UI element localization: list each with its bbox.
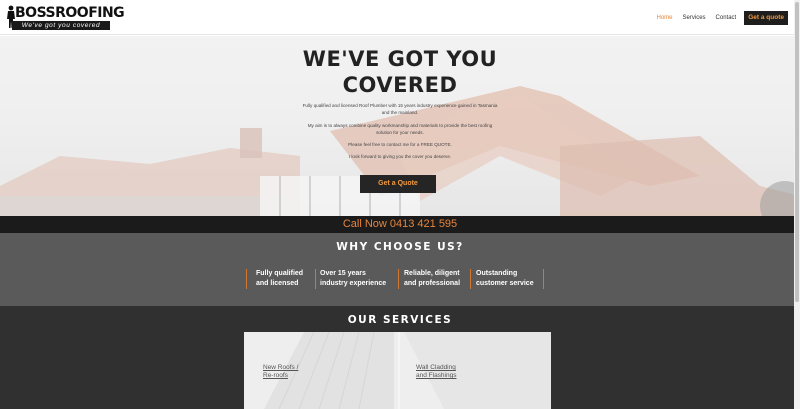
logo-roofing: ROOFING — [55, 5, 125, 21]
service-wall-cladding-link[interactable]: Wall Cladding and Flashings — [416, 364, 456, 380]
hero-title-line2: COVERED — [342, 73, 458, 97]
hero-title-line1: WE'VE GOT YOU — [302, 47, 498, 71]
why-item-line2: customer service — [476, 280, 534, 287]
hero-free-quote-text: Please feel free to contact me for a FRE… — [348, 142, 452, 147]
hero-aim-text: My aim is to always combine quality work… — [307, 123, 493, 135]
logo-boss: BOSS — [15, 5, 56, 21]
main-nav: Home Services Contact Get a quote — [647, 11, 788, 25]
why-item-line2: and professional — [404, 280, 461, 287]
why-item-line2: industry experience — [320, 280, 387, 287]
page-scrollbar[interactable] — [794, 0, 800, 409]
call-now-phone[interactable]: Call Now 0413 421 595 — [0, 216, 800, 233]
service-link-line1: Wall Cladding — [416, 364, 456, 371]
logo-tagline: We've got you covered — [12, 21, 110, 30]
scrollbar-thumb[interactable] — [795, 2, 799, 302]
why-item-line1: Outstanding — [476, 270, 518, 277]
why-item-line1: Reliable, diligent — [404, 270, 460, 277]
why-divider — [315, 269, 316, 289]
hero-section: WE'VE GOT YOU COVERED Fully qualified an… — [0, 36, 800, 216]
hero-title: WE'VE GOT YOU COVERED — [250, 46, 550, 98]
why-choose-us-section: WHY CHOOSE US? Fully qualified and licen… — [0, 233, 800, 306]
service-link-line1: New Roofs / — [263, 364, 299, 371]
service-link-line2: Re-roofs — [263, 372, 288, 379]
our-services-section: OUR SERVICES New Roofs / Re-roofs Wall C… — [0, 306, 800, 409]
why-item-service: Outstanding customer service — [476, 269, 534, 289]
service-link-line2: and Flashings — [416, 372, 457, 379]
service-new-roofs-link[interactable]: New Roofs / Re-roofs — [263, 364, 298, 380]
get-a-quote-hero-button[interactable]: Get a Quote — [360, 175, 436, 193]
get-a-quote-nav-button[interactable]: Get a quote — [744, 11, 788, 25]
logo[interactable]: BOSS ROOFING We've got you covered — [7, 5, 125, 30]
nav-services[interactable]: Services — [683, 11, 706, 25]
why-divider — [543, 269, 544, 289]
logo-wordmark: BOSS ROOFING — [8, 5, 125, 21]
why-item-reliable: Reliable, diligent and professional — [404, 269, 460, 289]
why-item-line1: Over 15 years — [320, 270, 366, 277]
our-services-title: OUR SERVICES — [347, 314, 453, 326]
nav-home[interactable]: Home — [657, 11, 673, 25]
site-header: BOSS ROOFING We've got you covered Home … — [0, 0, 800, 35]
why-item-line2: and licensed — [256, 280, 299, 287]
why-divider — [398, 269, 399, 289]
hero-closing-text: I look forward to giving you the cover y… — [348, 154, 452, 159]
services-card: New Roofs / Re-roofs Wall Cladding and F… — [244, 332, 551, 409]
why-item-experience: Over 15 years industry experience — [320, 269, 386, 289]
hero-intro-text: Fully qualified and licensed Roof Plumbe… — [302, 103, 498, 115]
why-choose-us-title: WHY CHOOSE US? — [336, 241, 464, 253]
why-divider — [470, 269, 471, 289]
call-now-bar: Call Now 0413 421 595 — [0, 216, 800, 233]
nav-contact[interactable]: Contact — [716, 11, 737, 25]
why-item-line1: Fully qualified — [256, 270, 304, 277]
why-item-qualified: Fully qualified and licensed — [256, 269, 303, 289]
why-divider — [246, 269, 247, 289]
